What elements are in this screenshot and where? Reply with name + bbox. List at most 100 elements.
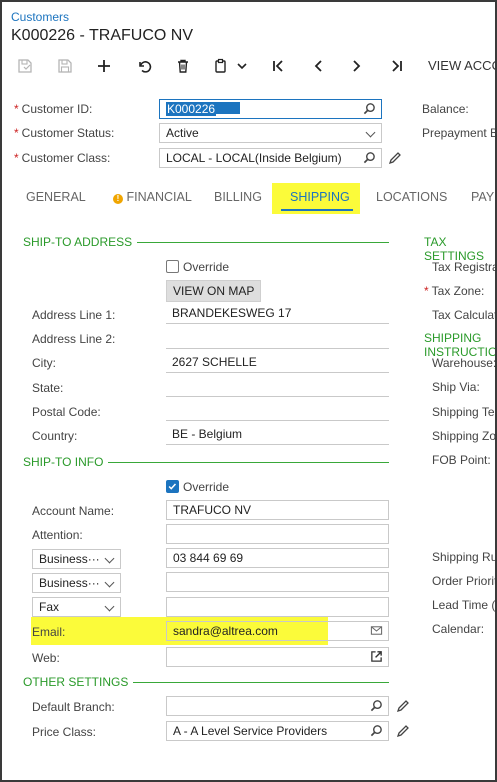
tab-financial-label: FINANCIAL xyxy=(126,190,192,204)
tax-zone-label: * Tax Zone: xyxy=(424,284,485,298)
info-override-checkbox[interactable] xyxy=(166,480,179,493)
balance-label: Balance: xyxy=(422,102,469,116)
lead-time-label: Lead Time (Days): xyxy=(432,598,496,612)
customer-class-field[interactable]: LOCAL - LOCAL(Inside Belgium) xyxy=(159,148,382,168)
edit-pencil-icon[interactable] xyxy=(388,151,402,165)
customer-id-value: K000226 xyxy=(166,102,217,116)
other-settings-heading: OTHER SETTINGS xyxy=(23,675,129,689)
ship-to-info-heading: SHIP-TO INFO xyxy=(23,455,104,469)
customer-class-value: LOCAL - LOCAL(Inside Belgium) xyxy=(166,151,342,165)
city-field[interactable]: 2627 SCHELLE xyxy=(166,353,389,373)
fob-point-label: FOB Point: xyxy=(432,453,491,467)
city-label: City: xyxy=(32,356,56,370)
search-icon[interactable] xyxy=(363,151,376,164)
default-branch-label: Default Branch: xyxy=(32,700,115,714)
state-field[interactable] xyxy=(166,377,389,397)
tab-general[interactable]: GENERAL xyxy=(26,190,86,204)
undo-icon[interactable] xyxy=(133,56,155,76)
edit-pencil-icon[interactable] xyxy=(396,699,410,713)
tax-calculation-label: Tax Calculation Mode: xyxy=(432,308,497,322)
save-icon[interactable] xyxy=(54,56,76,76)
postal-code-field[interactable] xyxy=(166,401,389,421)
price-class-value: A - A Level Service Providers xyxy=(173,724,328,738)
section-divider xyxy=(133,682,389,683)
state-label: State: xyxy=(32,381,64,395)
section-divider xyxy=(137,242,389,243)
search-icon[interactable] xyxy=(370,699,383,712)
email-label: Email: xyxy=(32,625,66,639)
search-icon[interactable] xyxy=(363,102,376,115)
mail-icon[interactable] xyxy=(370,624,383,637)
tab-shipping[interactable]: SHIPPING xyxy=(290,190,350,204)
clipboard-icon[interactable] xyxy=(210,56,232,76)
shipping-rule-label: Shipping Rule: xyxy=(432,550,497,564)
chevron-down-icon xyxy=(104,601,115,612)
tab-financial[interactable]: ! FINANCIAL xyxy=(113,190,192,204)
checkmark-icon xyxy=(168,483,177,490)
attention-field[interactable] xyxy=(166,524,389,544)
phone2-type-select[interactable]: Business··· xyxy=(32,573,121,593)
attention-label: Attention: xyxy=(32,528,83,542)
phone1-type-select[interactable]: Business··· xyxy=(32,549,121,569)
warehouse-label: Warehouse: xyxy=(432,356,497,370)
view-on-map-button[interactable]: VIEW ON MAP xyxy=(166,280,262,302)
default-branch-field[interactable] xyxy=(166,696,389,716)
shipping-terms-label: Shipping Terms: xyxy=(432,405,497,419)
email-value: sandra@altrea.com xyxy=(173,624,278,638)
address-override-label: Override xyxy=(183,260,230,274)
page-title: K000226 - TRAFUCO NV xyxy=(11,27,193,44)
chevron-down-icon xyxy=(104,577,115,588)
chevron-down-icon[interactable] xyxy=(234,56,250,76)
account-name-label: Account Name: xyxy=(32,504,115,518)
tab-locations[interactable]: LOCATIONS xyxy=(376,190,447,204)
search-icon[interactable] xyxy=(370,724,383,737)
tax-settings-heading: TAX SETTINGS xyxy=(424,235,485,263)
phone2-field[interactable] xyxy=(166,572,389,592)
customer-status-select[interactable]: Active xyxy=(159,123,382,143)
delete-icon[interactable] xyxy=(172,56,194,76)
customer-status-label: * Customer Status: xyxy=(14,126,115,140)
address-line1-label: Address Line 1: xyxy=(32,308,116,322)
phone1-field[interactable]: 03 844 69 69 xyxy=(166,548,389,568)
save-close-icon[interactable] xyxy=(14,56,36,76)
tab-payment[interactable]: PAYMENT xyxy=(471,190,495,204)
address-override-checkbox[interactable] xyxy=(166,260,179,273)
web-label: Web: xyxy=(32,651,60,665)
view-account-button[interactable]: VIEW ACCOUNT xyxy=(428,58,495,73)
chevron-down-icon xyxy=(104,553,115,564)
shipping-instructions-heading: SHIPPING INSTRUCTIONS xyxy=(424,331,497,359)
postal-code-label: Postal Code: xyxy=(32,405,101,419)
last-record-icon[interactable] xyxy=(386,56,408,76)
fax-type-select[interactable]: Fax xyxy=(32,597,121,617)
tab-billing[interactable]: BILLING xyxy=(214,190,262,204)
customer-status-value: Active xyxy=(166,126,199,140)
account-name-field[interactable]: TRAFUCO NV xyxy=(166,500,389,520)
next-record-icon[interactable] xyxy=(346,56,368,76)
country-field[interactable]: BE - Belgium xyxy=(166,425,389,445)
fax-field[interactable] xyxy=(166,597,389,617)
calendar-label: Calendar: xyxy=(432,622,485,636)
price-class-label: Price Class: xyxy=(32,725,97,739)
address-line1-field[interactable]: BRANDEKESWEG 17 xyxy=(166,304,389,324)
customer-id-field[interactable]: K000226 xyxy=(159,99,382,119)
previous-record-icon[interactable] xyxy=(307,56,329,76)
customer-class-label: * Customer Class: xyxy=(14,151,111,165)
order-priority-label: Order Priority: xyxy=(432,574,495,588)
external-link-icon[interactable] xyxy=(370,650,383,663)
tax-registration-label: Tax Registration ID: xyxy=(432,260,495,274)
country-label: Country: xyxy=(32,429,78,443)
add-icon[interactable] xyxy=(93,56,115,76)
edit-pencil-icon[interactable] xyxy=(396,724,410,738)
address-line2-field[interactable] xyxy=(166,329,389,349)
chevron-down-icon xyxy=(365,127,376,138)
ship-via-label: Ship Via: xyxy=(432,380,480,394)
web-field[interactable] xyxy=(166,647,389,667)
customer-screen: Customers K000226 - TRAFUCO NV VIEW ACCO… xyxy=(0,0,497,782)
email-field[interactable]: sandra@altrea.com xyxy=(166,621,389,641)
price-class-field[interactable]: A - A Level Service Providers xyxy=(166,721,389,741)
phone2-type-value: Business··· xyxy=(39,576,100,590)
prepayment-label: Prepayment Balance xyxy=(422,126,495,140)
first-record-icon[interactable] xyxy=(267,56,289,76)
breadcrumb[interactable]: Customers xyxy=(11,10,69,24)
active-tab-underline xyxy=(281,209,353,211)
